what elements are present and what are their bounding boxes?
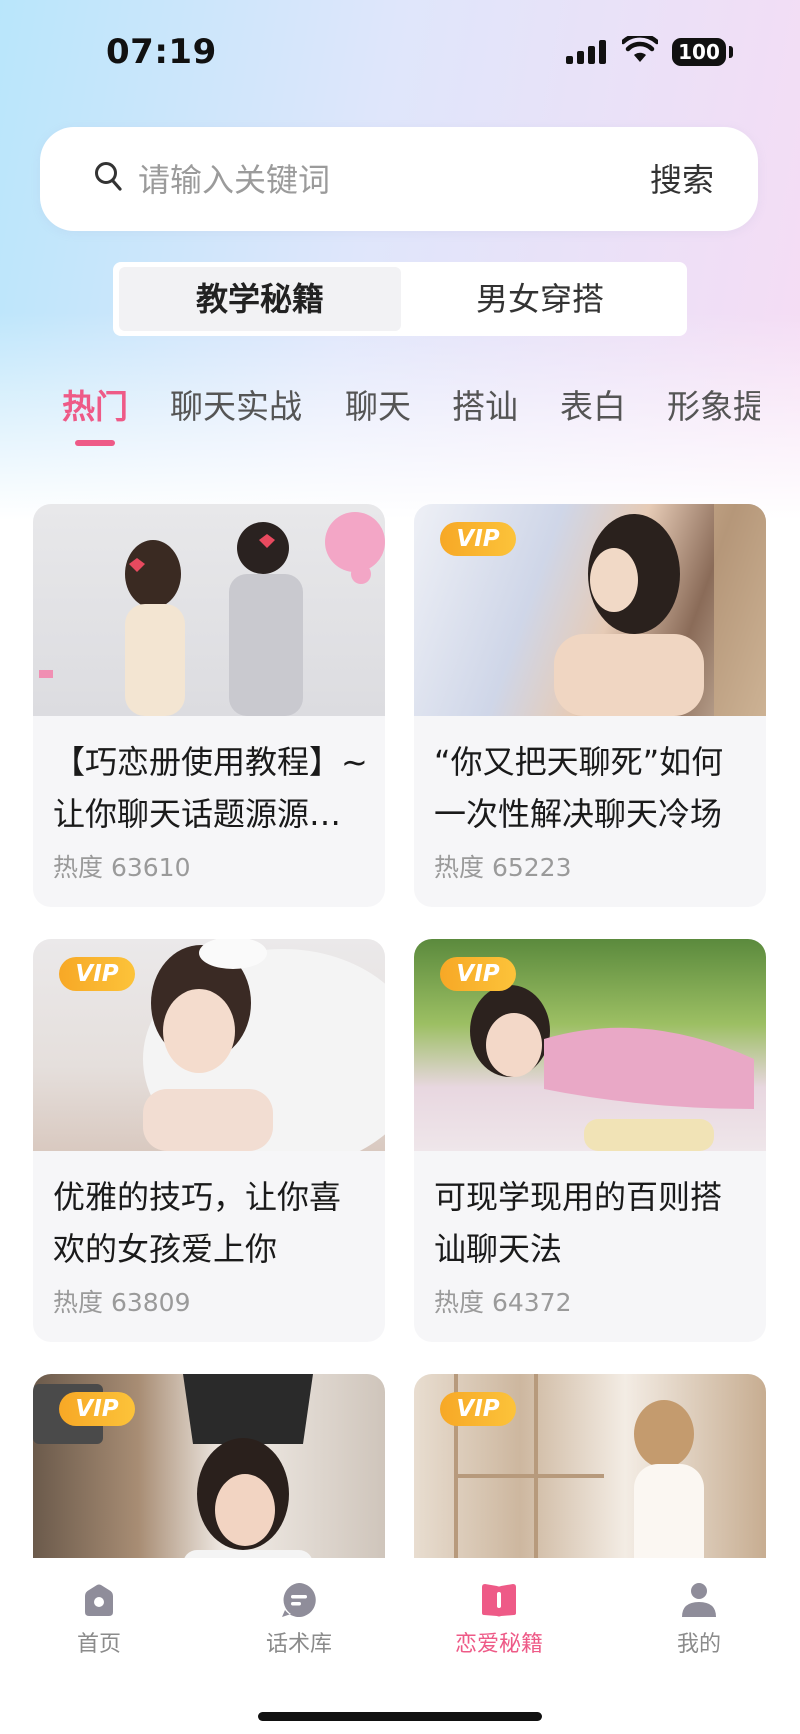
card-image bbox=[33, 504, 385, 716]
cellular-signal-icon bbox=[566, 40, 610, 64]
tab-home[interactable]: 首页 bbox=[19, 1580, 179, 1658]
vip-badge: VIP bbox=[440, 1392, 516, 1426]
chat-bubble-icon bbox=[282, 1583, 316, 1617]
category-tabs: 热门 聊天实战 聊天 搭讪 表白 形象提 bbox=[0, 370, 760, 450]
search-icon bbox=[95, 162, 122, 191]
category-tab-image[interactable]: 形象提 bbox=[667, 380, 760, 428]
active-tab-indicator bbox=[75, 440, 115, 446]
article-card[interactable]: VIP 优雅的技巧，让你喜欢的女孩爱上你 热度 63809 bbox=[33, 939, 385, 1342]
tab-label: 恋爱秘籍 bbox=[454, 1632, 543, 1657]
tab-scripts[interactable]: 话术库 bbox=[219, 1580, 379, 1658]
couple-photo-illustration bbox=[39, 512, 385, 716]
article-card[interactable]: VIP 可现学现用的百则搭讪聊天法 热度 64372 bbox=[414, 939, 766, 1342]
tab-love-guide[interactable]: 恋爱秘籍 bbox=[419, 1580, 579, 1658]
person-icon bbox=[682, 1583, 716, 1617]
category-tab-confession[interactable]: 表白 bbox=[560, 380, 626, 428]
home-icon bbox=[85, 1584, 113, 1616]
article-card[interactable]: VIP “你又把天聊死”如何一次性解决聊天冷场 热度 65223 bbox=[414, 504, 766, 907]
card-title: “你又把天聊死”如何一次性解决聊天冷场 bbox=[434, 743, 724, 833]
segment-tab-outfits[interactable]: 男女穿搭 bbox=[399, 267, 681, 331]
search-bar[interactable]: 搜索 bbox=[40, 127, 758, 231]
tab-label: 话术库 bbox=[265, 1632, 332, 1657]
search-input[interactable] bbox=[136, 151, 560, 209]
card-heat: 热度 63809 bbox=[53, 1288, 191, 1317]
battery-nub bbox=[729, 46, 733, 58]
category-tab-hot[interactable]: 热门 bbox=[62, 380, 128, 428]
category-tab-pickup[interactable]: 搭讪 bbox=[452, 380, 518, 428]
home-indicator bbox=[258, 1712, 542, 1721]
tab-profile[interactable]: 我的 bbox=[619, 1580, 779, 1658]
card-heat: 热度 63610 bbox=[53, 853, 191, 882]
segmented-control: 教学秘籍 男女穿搭 bbox=[113, 262, 687, 336]
search-button[interactable]: 搜索 bbox=[650, 155, 714, 201]
tab-label: 首页 bbox=[76, 1632, 121, 1657]
status-time: 07:19 bbox=[106, 32, 217, 72]
category-tab-chat-practice[interactable]: 聊天实战 bbox=[170, 380, 302, 428]
wifi-icon bbox=[622, 36, 658, 62]
bottom-tab-bar: 首页 话术库 恋爱秘籍 我的 bbox=[0, 1558, 800, 1734]
category-tab-chat[interactable]: 聊天 bbox=[345, 380, 411, 428]
vip-badge: VIP bbox=[440, 522, 516, 556]
tab-label: 我的 bbox=[676, 1632, 721, 1657]
vip-badge: VIP bbox=[59, 1392, 135, 1426]
book-icon bbox=[482, 1584, 516, 1617]
card-title: 可现学现用的百则搭讪聊天法 bbox=[434, 1178, 723, 1268]
card-heat: 热度 65223 bbox=[434, 853, 572, 882]
card-title: 【巧恋册使用教程】~让你聊天话题源源不断 bbox=[53, 743, 368, 833]
status-bar: 07:19 100 bbox=[0, 0, 800, 110]
card-title: 优雅的技巧，让你喜欢的女孩爱上你 bbox=[53, 1178, 342, 1268]
article-card[interactable]: 【巧恋册使用教程】~让你聊天话题源源不断 热度 63610 bbox=[33, 504, 385, 907]
card-heat: 热度 64372 bbox=[434, 1288, 572, 1317]
segment-tab-teaching[interactable]: 教学秘籍 bbox=[119, 267, 401, 331]
battery-indicator: 100 bbox=[672, 38, 726, 66]
vip-badge: VIP bbox=[440, 957, 516, 991]
vip-badge: VIP bbox=[59, 957, 135, 991]
